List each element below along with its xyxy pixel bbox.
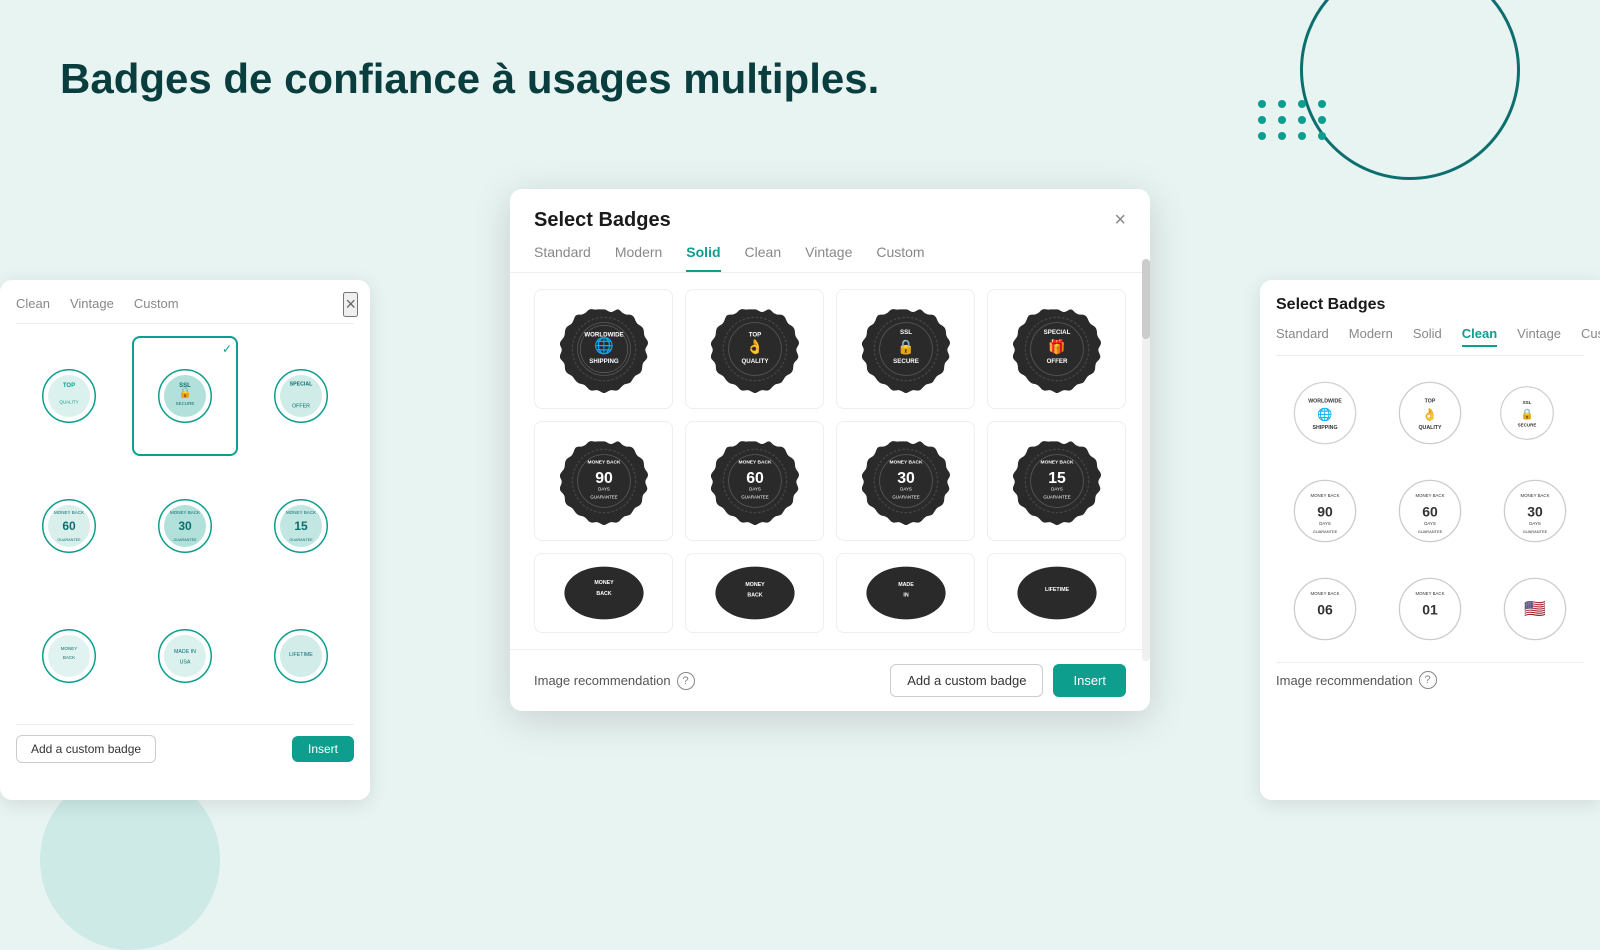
svg-text:👌: 👌 [746, 339, 764, 356]
badge-mb-90[interactable]: MONEY BACK 90 DAYS GUARANTEE [534, 421, 673, 541]
image-rec-label: Image recommendation [534, 673, 671, 688]
modal-title: Select Badges [534, 209, 671, 232]
modal-tab-standard[interactable]: Standard [534, 244, 591, 272]
svg-text:MONEY BACK: MONEY BACK [1040, 459, 1073, 465]
svg-text:DAYS: DAYS [900, 487, 912, 492]
select-badges-modal: Select Badges × Standard Modern Solid Cl… [510, 189, 1150, 711]
badge-made-in-partial[interactable]: MADE IN [836, 553, 975, 633]
svg-text:MONEY BACK: MONEY BACK [738, 459, 771, 465]
modal-header: Select Badges × [510, 189, 1150, 232]
svg-text:90: 90 [595, 470, 613, 487]
scrollbar-thumb[interactable] [1142, 259, 1150, 339]
svg-text:SSL: SSL [900, 329, 912, 336]
badge-top-quality[interactable]: TOP QUALITY 👌 [685, 289, 824, 409]
modal-tab-clean[interactable]: Clean [745, 244, 782, 272]
svg-text:MONEY: MONEY [594, 580, 614, 586]
svg-text:GUARANTEE: GUARANTEE [892, 495, 919, 500]
badge-mb-30[interactable]: MONEY BACK 30 DAYS GUARANTEE [836, 421, 975, 541]
svg-text:MONEY BACK: MONEY BACK [587, 459, 620, 465]
modal-body: WORLDWIDE SHIPPING 🌐 TOP QUALITY 👌 [510, 273, 1150, 649]
svg-text:IN: IN [903, 593, 908, 599]
svg-text:30: 30 [897, 470, 915, 487]
svg-text:🔒: 🔒 [897, 339, 915, 356]
modal-badge-grid-row3: MONEY BACK MONEY BACK MADE IN [534, 553, 1126, 633]
svg-text:DAYS: DAYS [1051, 487, 1063, 492]
modal-overlay: Select Badges × Standard Modern Solid Cl… [0, 0, 1600, 900]
svg-text:SPECIAL: SPECIAL [1043, 329, 1070, 336]
svg-text:DAYS: DAYS [598, 487, 610, 492]
svg-text:SECURE: SECURE [893, 358, 919, 365]
modal-footer-actions: Add a custom badge Insert [890, 664, 1126, 697]
badge-mb-15[interactable]: MONEY BACK 15 DAYS GUARANTEE [987, 421, 1126, 541]
insert-button[interactable]: Insert [1053, 664, 1126, 697]
svg-text:SHIPPING: SHIPPING [589, 358, 619, 365]
add-custom-badge-button[interactable]: Add a custom badge [890, 664, 1043, 697]
svg-text:QUALITY: QUALITY [741, 358, 768, 365]
svg-text:MONEY BACK: MONEY BACK [889, 459, 922, 465]
modal-tabs: Standard Modern Solid Clean Vintage Cust… [510, 232, 1150, 273]
modal-scrollbar[interactable] [1142, 249, 1150, 651]
svg-text:OFFER: OFFER [1046, 358, 1067, 365]
svg-text:MONEY: MONEY [745, 582, 765, 588]
badge-special-offer[interactable]: SPECIAL OFFER 🎁 [987, 289, 1126, 409]
modal-tab-custom[interactable]: Custom [876, 244, 924, 272]
svg-text:GUARANTEE: GUARANTEE [1043, 495, 1070, 500]
badge-ssl-secure[interactable]: SSL SECURE 🔒 [836, 289, 975, 409]
modal-tab-vintage[interactable]: Vintage [805, 244, 852, 272]
svg-text:GUARANTEE: GUARANTEE [590, 495, 617, 500]
badge-worldwide-shipping[interactable]: WORLDWIDE SHIPPING 🌐 [534, 289, 673, 409]
modal-badge-grid-row1: WORLDWIDE SHIPPING 🌐 TOP QUALITY 👌 [534, 289, 1126, 409]
svg-text:60: 60 [746, 470, 764, 487]
svg-text:🎁: 🎁 [1048, 339, 1066, 356]
svg-text:TOP: TOP [748, 332, 761, 339]
modal-badge-grid-row2: MONEY BACK 90 DAYS GUARANTEE MONEY BACK … [534, 421, 1126, 541]
badge-mb-60[interactable]: MONEY BACK 60 DAYS GUARANTEE [685, 421, 824, 541]
svg-text:15: 15 [1048, 470, 1066, 487]
badge-lifetime-partial[interactable]: LIFETIME [987, 553, 1126, 633]
svg-text:BACK: BACK [596, 591, 611, 597]
modal-tab-solid[interactable]: Solid [686, 244, 720, 272]
info-icon[interactable]: ? [677, 672, 695, 690]
svg-text:DAYS: DAYS [749, 487, 761, 492]
svg-text:GUARANTEE: GUARANTEE [741, 495, 768, 500]
badge-mb-partial-2[interactable]: MONEY BACK [685, 553, 824, 633]
modal-close-button[interactable]: × [1114, 209, 1126, 232]
svg-text:MADE: MADE [898, 582, 914, 588]
image-recommendation: Image recommendation ? [534, 672, 695, 690]
svg-text:LIFETIME: LIFETIME [1045, 587, 1069, 593]
modal-footer: Image recommendation ? Add a custom badg… [510, 649, 1150, 711]
svg-text:🌐: 🌐 [594, 336, 614, 355]
svg-text:BACK: BACK [747, 593, 762, 599]
modal-tab-modern[interactable]: Modern [615, 244, 662, 272]
badge-mb-partial-1[interactable]: MONEY BACK [534, 553, 673, 633]
